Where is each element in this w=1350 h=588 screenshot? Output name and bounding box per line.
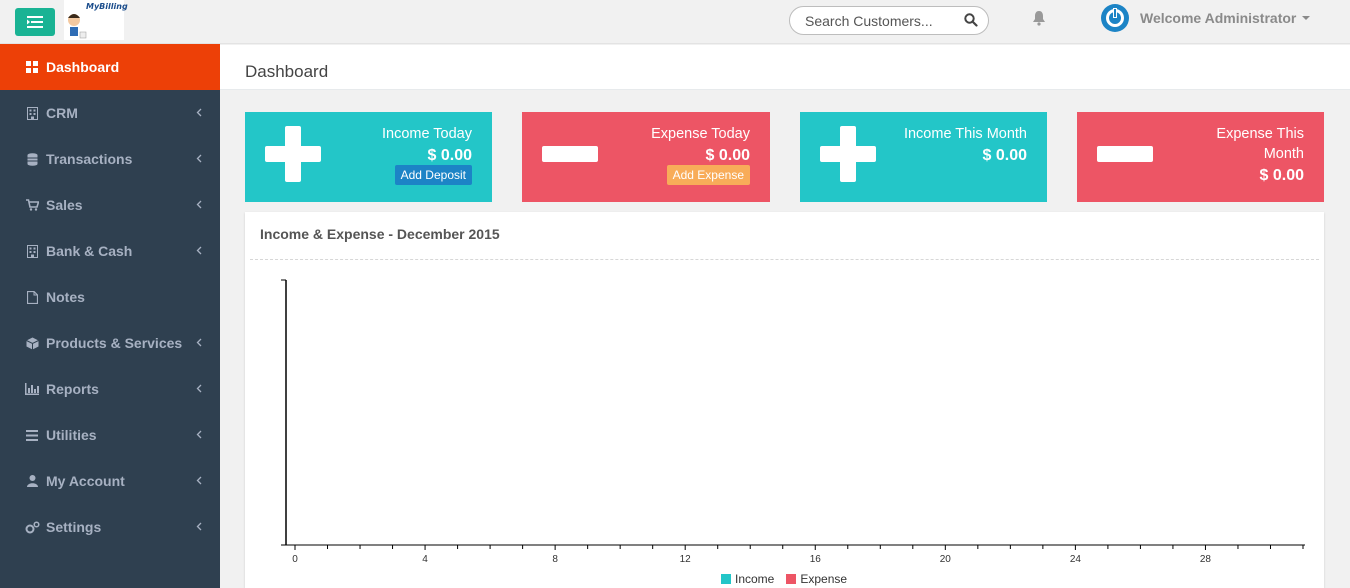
sidebar-item-label: Dashboard	[46, 59, 120, 75]
chevron-left-icon	[196, 381, 202, 396]
sidebar-item-label: Sales	[46, 197, 83, 213]
th-large-icon	[24, 61, 40, 73]
sidebar-item-notes[interactable]: Notes	[0, 274, 220, 320]
card-label: Income Today	[381, 126, 472, 142]
welcome-text: Welcome Administrator	[1140, 10, 1297, 26]
power-avatar-icon	[1101, 4, 1129, 32]
legend-swatch-income	[721, 574, 731, 584]
user-icon	[24, 475, 40, 487]
legend-item-income: Income	[721, 572, 774, 586]
x-tick-label: 28	[1200, 554, 1212, 565]
sidebar-item-reports[interactable]: Reports	[0, 366, 220, 412]
legend-item-expense: Expense	[786, 572, 847, 586]
database-icon	[24, 152, 40, 166]
search-icon[interactable]	[964, 13, 978, 27]
bar-chart-icon	[24, 383, 40, 395]
x-tick-label: 8	[552, 554, 558, 565]
card-value: $ 0.00	[427, 147, 472, 164]
bars-icon	[24, 429, 40, 441]
sidebar-item-sales[interactable]: Sales	[0, 182, 220, 228]
sidebar-item-crm[interactable]: CRM	[0, 90, 220, 136]
legend-swatch-expense	[786, 574, 797, 584]
chevron-left-icon	[196, 335, 202, 350]
user-menu[interactable]: Welcome Administrator	[1100, 3, 1311, 33]
expense-today-card: Expense Today $ 0.00 Add Expense	[522, 112, 770, 202]
panel-divider	[250, 259, 1319, 260]
card-value: $ 0.00	[982, 147, 1027, 164]
minus-icon	[1097, 146, 1153, 162]
building-icon	[24, 244, 40, 258]
menu-icon	[27, 16, 43, 28]
sidebar-item-transactions[interactable]: Transactions	[0, 136, 220, 182]
card-label: Income This Month	[903, 126, 1027, 142]
x-tick-label: 24	[1070, 554, 1082, 565]
add-expense-button[interactable]: Add Expense	[666, 165, 750, 185]
sidebar-item-settings[interactable]: Settings	[0, 504, 220, 550]
top-navbar: MyBilling Welcome Administrator	[0, 0, 1350, 44]
x-tick-label: 4	[422, 554, 428, 565]
x-tick-label: 16	[810, 554, 822, 565]
sidebar-item-dashboard[interactable]: Dashboard	[0, 44, 220, 90]
chevron-left-icon	[196, 519, 202, 534]
app-logo[interactable]: MyBilling	[64, 0, 128, 40]
chevron-left-icon	[196, 243, 202, 258]
sidebar-item-label: Utilities	[46, 427, 97, 443]
menu-toggle-button[interactable]	[15, 8, 55, 36]
sidebar-item-bank-cash[interactable]: Bank & Cash	[0, 228, 220, 274]
legend-label-expense: Expense	[800, 572, 848, 586]
cart-icon	[24, 199, 40, 211]
panel-title: Income & Expense - December 2015	[260, 226, 500, 242]
file-icon	[24, 290, 40, 304]
sidebar-item-my-account[interactable]: My Account	[0, 458, 220, 504]
chevron-left-icon	[196, 151, 202, 166]
sidebar-item-label: Notes	[46, 289, 85, 305]
sidebar-item-label: CRM	[46, 105, 78, 121]
x-tick-label: 12	[680, 554, 692, 565]
sidebar-item-label: Settings	[46, 519, 102, 535]
income-expense-panel: Income & Expense - December 2015 0 4 8 12 16…	[245, 212, 1324, 588]
sidebar: Dashboard CRM Transactions Sales Bank & Cash…	[0, 44, 220, 588]
expense-month-card: Expense This Month $ 0.00	[1077, 112, 1324, 202]
bell-icon[interactable]	[1032, 10, 1046, 26]
sidebar-item-label: Bank & Cash	[46, 243, 133, 259]
minus-icon	[542, 146, 598, 162]
card-label: Expense This Month	[1216, 126, 1304, 162]
chevron-left-icon	[196, 197, 202, 212]
search-input[interactable]	[805, 12, 955, 29]
income-expense-chart: 0 4 8 12 16 20 24 28	[281, 279, 1305, 565]
cogs-icon	[24, 520, 40, 534]
income-today-card: Income Today $ 0.00 Add Deposit	[245, 112, 492, 202]
logo-text: MyBilling	[86, 2, 128, 11]
sidebar-item-utilities[interactable]: Utilities	[0, 412, 220, 458]
plus-icon	[265, 126, 321, 182]
caret-down-icon	[1302, 16, 1311, 20]
search-box[interactable]	[789, 6, 989, 35]
cube-icon	[24, 337, 40, 350]
x-tick-label: 0	[292, 554, 298, 565]
building-icon	[24, 106, 40, 120]
page-title: Dashboard	[245, 62, 329, 81]
chevron-left-icon	[196, 105, 202, 120]
sidebar-item-products-services[interactable]: Products & Services	[0, 320, 220, 366]
chevron-left-icon	[196, 427, 202, 442]
card-label: Expense Today	[651, 126, 750, 142]
x-tick-label: 20	[940, 554, 952, 565]
sidebar-item-label: My Account	[46, 473, 125, 489]
add-deposit-button[interactable]: Add Deposit	[394, 165, 472, 185]
card-value: $ 0.00	[705, 147, 750, 164]
chart-legend: Income Expense	[721, 572, 859, 586]
sidebar-item-label: Products & Services	[46, 335, 183, 351]
legend-label-income: Income	[735, 572, 775, 586]
page-header: Dashboard	[220, 45, 1350, 90]
sidebar-item-label: Reports	[46, 381, 99, 397]
sidebar-item-label: Transactions	[46, 151, 133, 167]
card-value: $ 0.00	[1259, 167, 1304, 184]
chevron-left-icon	[196, 473, 202, 488]
plus-icon	[820, 126, 876, 182]
income-month-card: Income This Month $ 0.00	[800, 112, 1047, 202]
